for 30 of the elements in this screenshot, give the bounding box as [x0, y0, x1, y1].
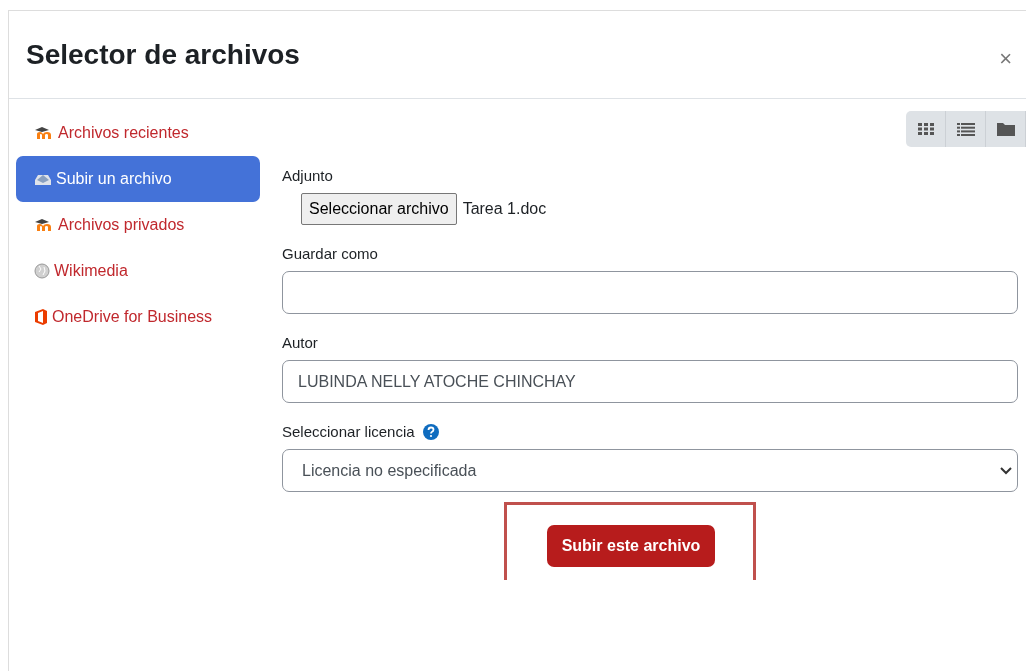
close-button[interactable]: ×	[995, 45, 1016, 72]
sidebar-item[interactable]: Archivos privados	[16, 202, 260, 248]
sidebar-item[interactable]: Archivos recientes	[16, 110, 260, 156]
field-label: Seleccionar licencia	[282, 423, 415, 440]
upload-button[interactable]: Subir este archivo	[546, 525, 716, 567]
sidebar-item[interactable]: OneDrive for Business	[16, 294, 260, 340]
folder-button[interactable]	[986, 111, 1026, 147]
sidebar-item[interactable]: Wikimedia	[16, 248, 260, 294]
field-label: Guardar como	[282, 245, 379, 262]
input-field[interactable]: LUBINDA NELLY ATOCHE CHINCHAY	[282, 360, 1018, 403]
help-icon[interactable]	[422, 423, 439, 440]
folder-icon	[996, 122, 1015, 136]
inbox-icon	[34, 172, 52, 186]
input-field[interactable]	[282, 271, 1018, 314]
sidebar-item[interactable]: Subir un archivo	[16, 156, 260, 202]
grid-view-icon	[917, 123, 934, 135]
moodle-logo-icon	[34, 126, 54, 140]
globe-icon	[34, 263, 50, 279]
grid-view-button[interactable]	[906, 111, 946, 147]
choose-file-button[interactable]: Seleccionar archivo	[301, 193, 457, 225]
list-view-button[interactable]	[946, 111, 986, 147]
license-dropdown[interactable]: Licencia no especificada	[282, 449, 1018, 492]
chevron-down-icon	[1000, 466, 1012, 475]
list-view-icon	[956, 122, 975, 136]
office-logo-icon	[34, 309, 48, 325]
file-name: Tarea 1.doc	[462, 200, 547, 218]
field-label: Adjunto	[282, 167, 334, 184]
moodle-logo-icon	[34, 218, 54, 232]
field-label: Autor	[282, 334, 319, 351]
window-title: Selector de archivos	[26, 38, 300, 71]
